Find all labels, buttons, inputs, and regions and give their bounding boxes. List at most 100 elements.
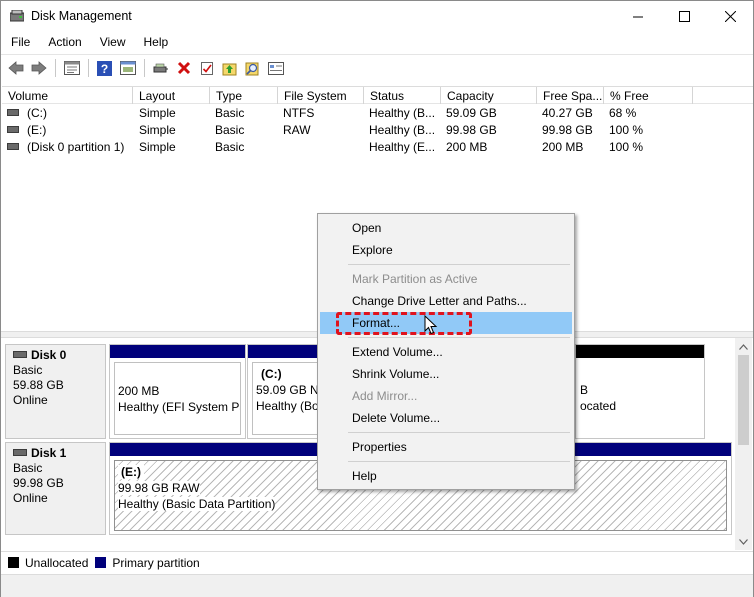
close-button[interactable] <box>707 1 753 32</box>
volume-cell-type: Basic <box>215 140 245 154</box>
help-button[interactable]: ? <box>94 58 115 79</box>
volume-cell-free-space: 99.98 GB <box>542 123 593 137</box>
menu-item-delete-volume[interactable]: Delete Volume... <box>320 407 572 429</box>
toolbar-separator <box>55 59 56 77</box>
check-icon <box>200 61 213 75</box>
partition-status: Healthy (Bo <box>256 399 318 413</box>
drive-icon <box>7 126 19 134</box>
volume-cell-name: (E:) <box>7 123 46 137</box>
partition-bar <box>248 345 322 358</box>
maximize-button[interactable] <box>661 1 707 32</box>
partition-body: 200 MB Healthy (EFI System Par <box>114 362 241 435</box>
column-header-type[interactable]: Type <box>210 87 278 104</box>
menu-item-help[interactable]: Help <box>320 465 572 487</box>
minimize-button[interactable] <box>615 1 661 32</box>
menu-separator <box>348 337 570 338</box>
column-header-layout[interactable]: Layout <box>133 87 210 104</box>
connect-icon <box>153 63 168 73</box>
console-button[interactable] <box>117 58 138 79</box>
disk-0-status: Online <box>13 393 48 407</box>
volume-row[interactable]: (E:) Simple Basic RAW Healthy (B... 99.9… <box>2 122 753 139</box>
menu-item-properties[interactable]: Properties <box>320 436 572 458</box>
menu-file[interactable]: File <box>1 32 37 53</box>
volume-cell-layout: Simple <box>139 123 176 137</box>
minimize-icon <box>633 16 643 17</box>
partition-status: Healthy (EFI System Par <box>118 400 241 414</box>
disk-0-partition-c[interactable]: (C:) 59.09 GB NT Healthy (Bo <box>247 344 323 439</box>
drive-icon <box>7 143 19 151</box>
menu-item-explore[interactable]: Explore <box>320 239 572 261</box>
scroll-down-button[interactable] <box>735 533 752 550</box>
check-button[interactable] <box>196 58 217 79</box>
disk-1-status: Online <box>13 491 48 505</box>
open-icon <box>222 63 237 75</box>
column-header-volume[interactable]: Volume <box>2 87 133 104</box>
disk-0-partition-unallocated[interactable]: B ocated <box>575 344 705 439</box>
volume-cell-percent-free: 100 % <box>609 123 644 137</box>
volume-row[interactable]: (C:) Simple Basic NTFS Healthy (B... 59.… <box>2 105 753 122</box>
menu-view[interactable]: View <box>89 32 133 53</box>
menu-item-shrink-volume[interactable]: Shrink Volume... <box>320 363 572 385</box>
column-header-file-system[interactable]: File System <box>278 87 364 104</box>
volume-cell-capacity: 99.98 GB <box>446 123 497 137</box>
scroll-up-button[interactable] <box>735 338 752 355</box>
graphical-view-scrollbar[interactable] <box>735 338 752 550</box>
close-icon <box>724 11 736 22</box>
menu-separator <box>348 432 570 433</box>
back-button[interactable] <box>5 58 26 79</box>
volume-cell-free-space: 200 MB <box>542 140 584 154</box>
volume-row[interactable]: (Disk 0 partition 1) Simple Basic Health… <box>2 139 753 156</box>
partition-size: B <box>580 383 589 397</box>
volume-cell-capacity: 59.09 GB <box>446 106 497 120</box>
drive-icon <box>7 109 19 117</box>
column-header-percent-free[interactable]: % Free <box>604 87 693 104</box>
properties-icon <box>63 61 80 75</box>
delete-button[interactable] <box>173 58 194 79</box>
scroll-thumb[interactable] <box>738 355 749 445</box>
open-button[interactable] <box>219 58 240 79</box>
window-title: Disk Management <box>31 9 132 23</box>
toolbar: ? <box>1 54 753 81</box>
connect-button[interactable] <box>150 58 171 79</box>
disk-0-partition-efi[interactable]: 200 MB Healthy (EFI System Par <box>109 344 246 439</box>
partition-status: ocated <box>580 399 617 413</box>
volume-cell-percent-free: 100 % <box>609 140 644 154</box>
partition-bar <box>576 345 704 358</box>
settings-button[interactable] <box>265 58 286 79</box>
forward-button[interactable] <box>28 58 49 79</box>
mouse-cursor-icon <box>424 315 438 335</box>
menu-action[interactable]: Action <box>37 32 88 53</box>
menu-help[interactable]: Help <box>133 32 176 53</box>
chevron-up-icon <box>739 343 748 350</box>
disk-management-app-icon <box>10 10 24 22</box>
window-controls <box>615 1 753 32</box>
disk-1-name: Disk 1 <box>13 446 105 461</box>
svg-text:?: ? <box>101 62 108 76</box>
menu-item-change-drive-letter[interactable]: Change Drive Letter and Paths... <box>320 290 572 312</box>
maximize-icon <box>678 11 690 22</box>
console-icon <box>119 61 136 75</box>
properties-button[interactable] <box>61 58 82 79</box>
disk-0-info[interactable]: Disk 0 Basic 59.88 GB Online <box>5 344 106 439</box>
legend-unallocated-label: Unallocated <box>25 555 89 570</box>
column-header-capacity[interactable]: Capacity <box>441 87 537 104</box>
volume-cell-file-system: NTFS <box>283 106 315 120</box>
disk-1-info[interactable]: Disk 1 Basic 99.98 GB Online <box>5 442 106 535</box>
chevron-down-icon <box>739 538 748 545</box>
unallocated-swatch <box>8 557 19 568</box>
disk-0-size: 59.88 GB <box>13 378 64 392</box>
partition-bar <box>110 345 245 358</box>
toolbar-separator <box>144 59 145 77</box>
disk-1-size: 99.98 GB <box>13 476 64 490</box>
disk-0-type: Basic <box>13 363 43 377</box>
search-button[interactable] <box>242 58 263 79</box>
menu-item-open[interactable]: Open <box>320 217 572 239</box>
menu-item-add-mirror: Add Mirror... <box>352 389 418 403</box>
column-header-status[interactable]: Status <box>364 87 441 104</box>
volume-list-header: Volume Layout Type File System Status Ca… <box>2 87 753 104</box>
column-header-free-space[interactable]: Free Spa... <box>537 87 604 104</box>
volume-cell-percent-free: 68 % <box>609 106 637 120</box>
volume-cell-type: Basic <box>215 106 245 120</box>
back-arrow-icon <box>7 61 23 75</box>
menu-item-extend-volume[interactable]: Extend Volume... <box>320 341 572 363</box>
